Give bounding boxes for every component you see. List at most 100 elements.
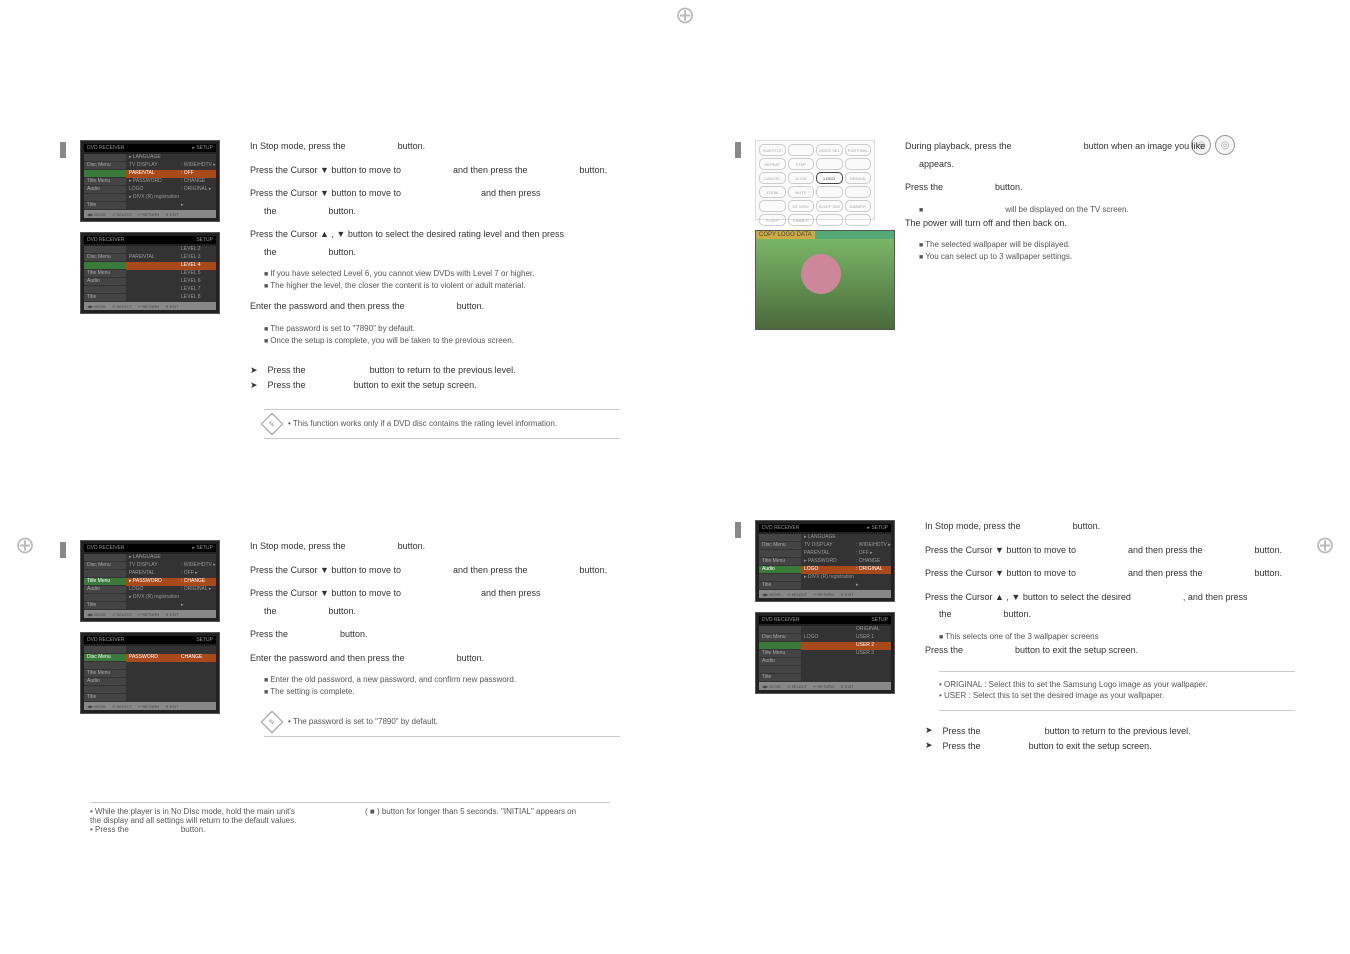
section-logo: DVD RECEIVER▸ SETUP▸ LANGUAGEDisc Menu T… <box>765 520 1295 800</box>
note-text: The password is set to "7890" by default… <box>288 714 438 730</box>
step-text: button. <box>457 301 485 311</box>
step-text: button to exit the setup screen. <box>1015 645 1138 655</box>
thumb-logo-select: DVD RECEIVERSETUPORIGINALDisc MenuLOGOUS… <box>755 612 895 694</box>
bullet-text: This selects one of the 3 wallpaper scre… <box>939 632 1295 641</box>
step-text: appears. <box>919 158 1295 172</box>
step-text: button. <box>329 606 357 616</box>
step-text: button. <box>398 141 426 151</box>
footer-text: button. <box>181 825 205 834</box>
step-text: In Stop mode, press the <box>250 141 346 151</box>
section-mark <box>735 522 741 538</box>
step-text: Press the <box>268 365 306 375</box>
step-text: button. <box>329 247 357 257</box>
note-text: This function works only if a DVD disc c… <box>288 416 557 432</box>
bullet-text: You can select up to 3 wallpaper setting… <box>919 252 1295 261</box>
step-text: Press the Cursor ▲ , ▼ button to select … <box>925 592 1131 602</box>
pointer-icon <box>925 725 937 736</box>
step-text: button. <box>457 653 485 663</box>
crop-mark-left <box>10 530 40 560</box>
step-text: The power will turn off and then back on… <box>905 217 1295 231</box>
step-text: and then press the <box>1128 568 1203 578</box>
footer-text: the display and all settings will return… <box>90 816 335 825</box>
step-text: Enter the password and then press the <box>250 301 405 311</box>
step-text: button. <box>1255 568 1283 578</box>
note-icon: ✎ <box>261 711 284 734</box>
step-text: In Stop mode, press the <box>925 521 1021 531</box>
thumb-photo: COPY LOGO DATA <box>755 230 895 330</box>
footer-text: • While the player is in No DIsc mode, h… <box>90 807 295 816</box>
step-text: button to exit the setup screen. <box>1029 741 1152 751</box>
bullet-text: The password is set to "7890" by default… <box>264 324 620 333</box>
thumb-level-select: DVD RECEIVERSETUPLEVEL 2Disc MenuPARENTA… <box>80 232 220 314</box>
step-text: Press the <box>268 380 306 390</box>
step-text: button. <box>1073 521 1101 531</box>
step-text: Press the <box>943 726 981 736</box>
crop-mark-top <box>670 0 700 30</box>
section-mark <box>60 142 66 158</box>
step-text: the <box>264 606 277 616</box>
note-icon: ✎ <box>261 412 284 435</box>
footer-reset: • While the player is in No DIsc mode, h… <box>90 802 610 834</box>
thumb-setup-parental: DVD RECEIVER▸ SETUP▸ LANGUAGEDisc Menu T… <box>80 140 220 222</box>
info-text: USER : Select this to set the desired im… <box>944 691 1164 700</box>
section-mark <box>60 542 66 558</box>
step-text: Press the Cursor ▼ button to move to <box>250 165 401 175</box>
step-text: During playback, press the <box>905 141 1012 151</box>
step-text: button when an image you like <box>1084 141 1206 151</box>
step-text: button. <box>1004 609 1032 619</box>
pointer-icon <box>250 380 262 391</box>
section-rating: DVD RECEIVER▸ SETUP▸ LANGUAGEDisc Menu T… <box>90 140 620 480</box>
step-text: button. <box>1255 545 1283 555</box>
section-wallpaper: SUBTITLEVIDEO SELPORT/XMLREPEATSTEPCANCE… <box>765 140 1295 340</box>
step-text: and then press <box>481 188 541 198</box>
note-box: ✎ This function works only if a DVD disc… <box>264 409 620 439</box>
step-text: Press the Cursor ▼ button to move to <box>250 588 401 598</box>
step-text: Press the Cursor ▼ button to move to <box>925 568 1076 578</box>
step-text: and then press the <box>453 565 528 575</box>
step-text: Enter the password and then press the <box>250 653 405 663</box>
step-text: the <box>939 609 952 619</box>
footer-text: ( ■ ) button for longer than 5 seconds. … <box>365 807 610 816</box>
bullet-text: The higher the level, the closer the con… <box>264 281 620 290</box>
crop-mark-right <box>1310 530 1340 560</box>
step-text: Press the <box>250 629 288 639</box>
bullet-text: The setting is complete. <box>264 687 620 696</box>
step-text: Press the <box>905 182 943 192</box>
step-text: Press the <box>943 741 981 751</box>
info-text: ORIGINAL : Select this to set the Samsun… <box>944 680 1207 689</box>
step-text: , and then press <box>1183 592 1248 602</box>
step-text: button. <box>329 206 357 216</box>
step-text: button. <box>340 629 368 639</box>
thumb-remote: SUBTITLEVIDEO SELPORT/XMLREPEATSTEPCANCE… <box>755 140 875 220</box>
photo-tag: COPY LOGO DATA <box>756 231 815 239</box>
info-list: • ORIGINAL : Select this to set the Sams… <box>939 671 1295 711</box>
bullet-text: will be displayed on the TV screen. <box>1005 205 1128 214</box>
step-text: Press the Cursor ▲ , ▼ button to select … <box>250 228 620 242</box>
step-text: button to return to the previous level. <box>1045 726 1191 736</box>
step-text: and then press the <box>1128 545 1203 555</box>
bullet-text: Once the setup is complete, you will be … <box>264 336 620 345</box>
step-text: Press the Cursor ▼ button to move to <box>250 188 401 198</box>
left-page: DVD RECEIVER▸ SETUP▸ LANGUAGEDisc Menu T… <box>90 140 620 820</box>
thumb-setup-password: DVD RECEIVER▸ SETUP▸ LANGUAGEDisc Menu T… <box>80 540 220 622</box>
section-password: DVD RECEIVER▸ SETUP▸ LANGUAGEDisc Menu T… <box>90 540 620 790</box>
step-text: Press the <box>925 645 963 655</box>
step-text: button to return to the previous level. <box>370 365 516 375</box>
step-text: button. <box>398 541 426 551</box>
bullet-text: The selected wallpaper will be displayed… <box>919 240 1295 249</box>
pointer-icon <box>925 740 937 751</box>
right-page: ◎ ◎ SUBTITLEVIDEO SELPORT/XMLREPEATSTEPC… <box>765 140 1295 830</box>
bullet-text: Enter the old password, a new password, … <box>264 675 620 684</box>
step-text: the <box>264 206 277 216</box>
footer-text: • Press the <box>90 825 129 834</box>
step-text: the <box>264 247 277 257</box>
step-text: button. <box>995 182 1023 192</box>
thumb-setup-logo: DVD RECEIVER▸ SETUP▸ LANGUAGEDisc Menu T… <box>755 520 895 602</box>
step-text: button. <box>580 165 608 175</box>
pointer-icon <box>250 365 262 376</box>
bullet-text: If you have selected Level 6, you cannot… <box>264 269 620 278</box>
step-text: Press the Cursor ▼ button to move to <box>925 545 1076 555</box>
note-box: ✎ The password is set to "7890" by defau… <box>264 708 620 737</box>
thumb-password-change: DVD RECEIVERSETUPDisc MenuPASSWORDCHANGE… <box>80 632 220 714</box>
section-mark <box>735 142 741 158</box>
